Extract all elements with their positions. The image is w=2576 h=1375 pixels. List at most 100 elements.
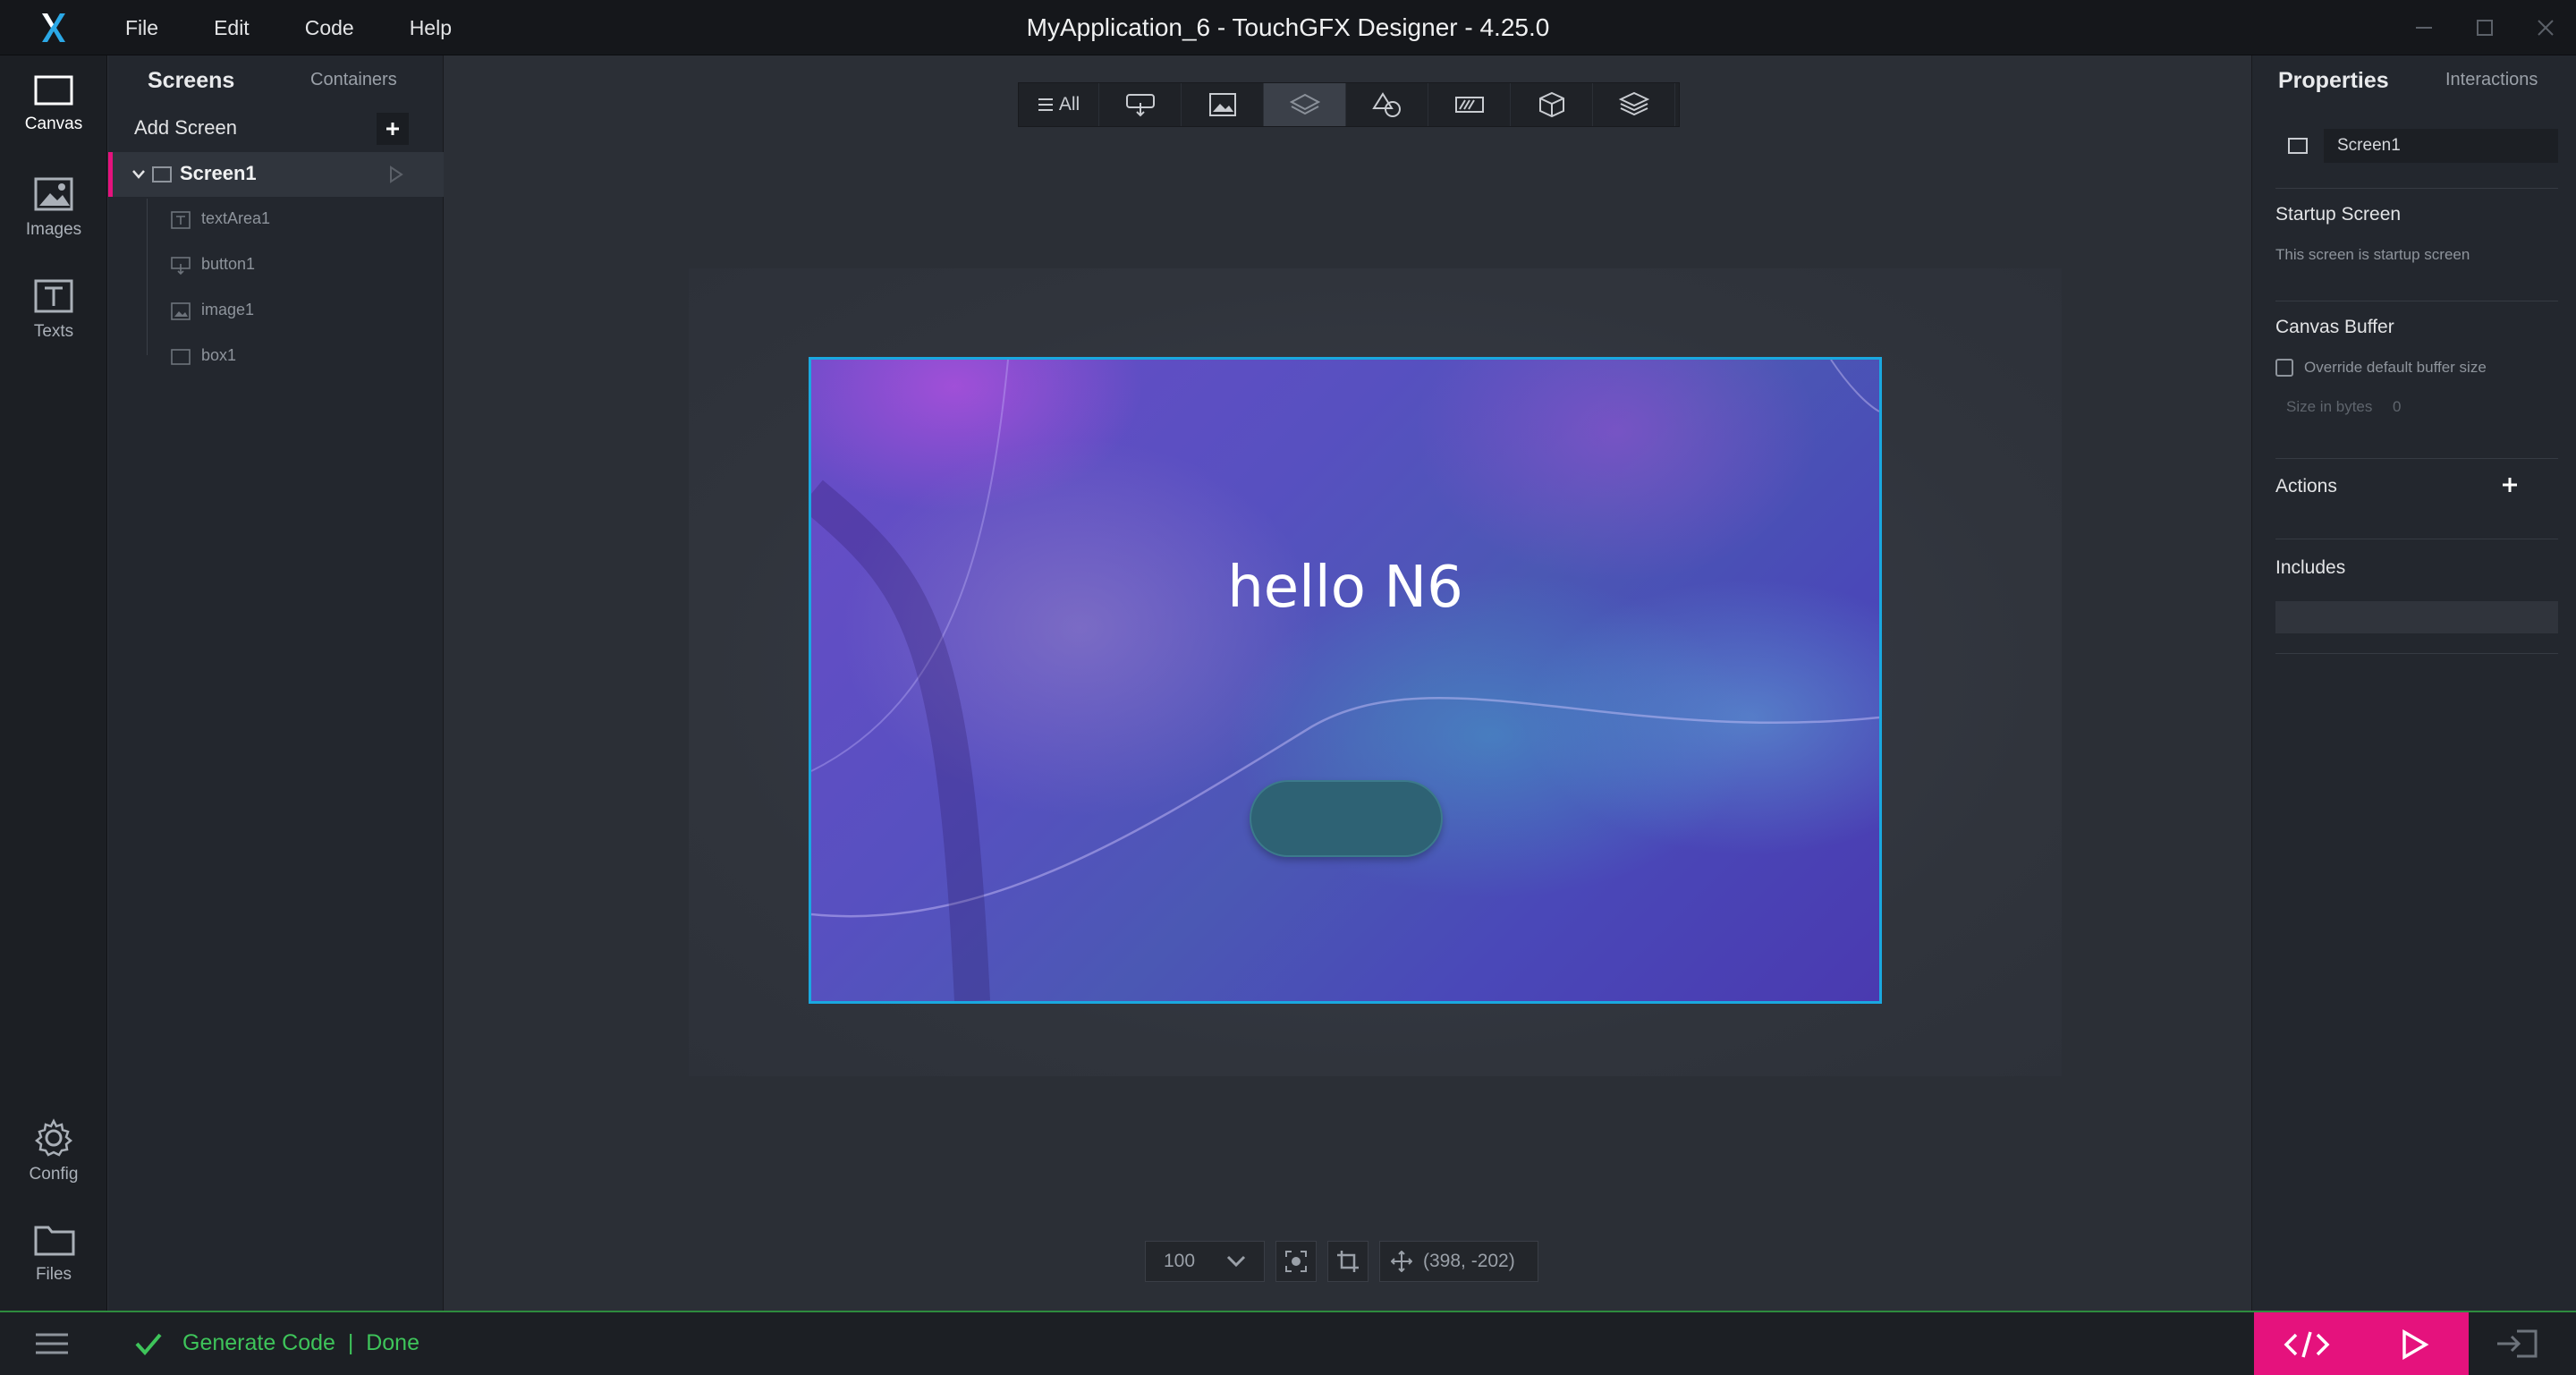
rail-label: Images — [25, 220, 82, 239]
override-buffer-checkbox[interactable] — [2275, 359, 2293, 377]
rail-texts[interactable]: Texts — [0, 276, 107, 374]
screen-canvas[interactable]: hello N6 — [809, 357, 1882, 1004]
chevron-down-icon — [1226, 1255, 1246, 1268]
button-icon — [171, 257, 191, 275]
actions-title: Actions — [2275, 476, 2337, 497]
fit-to-screen-button[interactable] — [1275, 1241, 1317, 1282]
canvas-icon — [34, 75, 73, 106]
nav-rail: Canvas Images Texts Config Files — [0, 55, 107, 1311]
box-icon — [171, 349, 191, 365]
shapes-icon — [1371, 92, 1401, 117]
image-icon — [1208, 93, 1236, 116]
stack-icon — [1618, 91, 1649, 116]
menu-bar: File Edit Code Help — [125, 0, 507, 55]
screens-tabs: Screens Containers — [108, 55, 444, 106]
add-screen-row: Add Screen — [108, 106, 444, 150]
tree-item-box1[interactable]: box1 — [108, 334, 444, 378]
generate-code-button[interactable] — [2254, 1312, 2360, 1375]
image-icon — [34, 177, 73, 211]
coordinates-value: (398, -202) — [1423, 1251, 1515, 1271]
screen-name: Screen1 — [180, 162, 257, 184]
screens-panel: Screens Containers Add Screen Screen1 te… — [108, 55, 444, 1311]
list-icon — [1038, 98, 1053, 111]
chevron-down-icon[interactable] — [131, 166, 147, 182]
add-screen-button[interactable] — [377, 113, 409, 145]
menu-code[interactable]: Code — [305, 16, 376, 40]
zoom-select[interactable]: 100 — [1145, 1241, 1265, 1282]
startup-screen-title: Startup Screen — [2275, 204, 2402, 225]
menu-edit[interactable]: Edit — [214, 16, 271, 40]
status-text: Generate Code | Done — [182, 1330, 419, 1355]
filter-containers[interactable] — [1264, 83, 1346, 126]
canvas-buffer-title: Canvas Buffer — [2275, 317, 2394, 337]
menu-help[interactable]: Help — [410, 16, 473, 40]
rail-images[interactable]: Images — [0, 174, 107, 272]
tab-properties[interactable]: Properties — [2278, 68, 2389, 94]
includes-title: Includes — [2275, 557, 2346, 578]
minimize-button[interactable] — [2394, 0, 2454, 55]
tree-item-label: image1 — [201, 301, 255, 318]
check-icon — [135, 1333, 162, 1356]
filter-stack[interactable] — [1593, 83, 1675, 126]
screen-icon — [152, 166, 172, 182]
size-in-bytes-value[interactable]: 0 — [2393, 398, 2401, 416]
textarea1[interactable]: hello N6 — [811, 555, 1879, 621]
screen-item-screen1[interactable]: Screen1 — [108, 152, 444, 197]
menu-file[interactable]: File — [125, 16, 180, 40]
tab-containers[interactable]: Containers — [310, 70, 397, 90]
widget-filter-toolbar: All — [1018, 82, 1680, 127]
close-icon — [2538, 20, 2554, 36]
tree-item-textarea1[interactable]: textArea1 — [108, 197, 444, 242]
tab-interactions[interactable]: Interactions — [2445, 70, 2538, 90]
properties-panel: Properties Interactions Screen1 Startup … — [2251, 55, 2576, 1311]
rail-canvas[interactable]: Canvas — [0, 72, 107, 170]
crop-button[interactable] — [1327, 1241, 1368, 1282]
maximize-icon — [2477, 20, 2493, 36]
progress-icon — [1454, 97, 1484, 113]
layers-icon — [1289, 93, 1320, 115]
filter-progress[interactable] — [1428, 83, 1511, 126]
maximize-button[interactable] — [2454, 0, 2515, 55]
button1[interactable] — [1250, 780, 1443, 857]
add-action-button[interactable] — [2502, 477, 2518, 493]
filter-all-button[interactable]: All — [1019, 83, 1099, 126]
includes-field[interactable] — [2275, 601, 2558, 633]
canvas-bottom-toolbar: 100 (398, -202) — [1145, 1241, 1538, 1282]
plus-icon — [386, 123, 399, 135]
filter-buttons[interactable] — [1099, 83, 1182, 126]
tree-item-button1[interactable]: button1 — [108, 242, 444, 287]
button-icon — [1125, 94, 1155, 117]
filter-3d[interactable] — [1511, 83, 1593, 126]
window-controls — [2394, 0, 2576, 55]
tree-item-image1[interactable]: image1 — [108, 288, 444, 333]
play-icon[interactable] — [388, 166, 404, 183]
filter-shapes[interactable] — [1346, 83, 1428, 126]
filter-images[interactable] — [1182, 83, 1264, 126]
tree-item-label: box1 — [201, 346, 237, 364]
crop-icon — [1337, 1251, 1359, 1272]
text-icon — [34, 279, 73, 313]
rail-config[interactable]: Config — [0, 1115, 107, 1213]
override-buffer-label: Override default buffer size — [2304, 359, 2487, 376]
text-icon — [171, 211, 191, 229]
gear-icon — [34, 1118, 73, 1157]
close-button[interactable] — [2515, 0, 2576, 55]
fit-screen-icon — [1285, 1251, 1307, 1272]
size-in-bytes-label: Size in bytes — [2286, 398, 2373, 415]
background-image[interactable] — [811, 360, 1879, 1001]
move-icon — [1391, 1251, 1412, 1272]
name-field[interactable]: Screen1 — [2324, 129, 2558, 163]
image-icon — [171, 302, 191, 320]
rail-label: Config — [29, 1165, 79, 1184]
hamburger-icon[interactable] — [34, 1332, 70, 1355]
tree-item-label: textArea1 — [201, 209, 271, 227]
rail-files[interactable]: Files — [0, 1218, 107, 1317]
divider — [2275, 188, 2558, 189]
run-simulator-button[interactable] — [2360, 1312, 2469, 1375]
tab-screens[interactable]: Screens — [148, 68, 234, 94]
add-screen-label: Add Screen — [134, 116, 237, 139]
rail-label: Files — [35, 1265, 72, 1284]
title-bar: File Edit Code Help MyApplication_6 - To… — [0, 0, 2576, 55]
run-target-icon[interactable] — [2496, 1328, 2538, 1359]
startup-screen-desc: This screen is startup screen — [2275, 246, 2470, 263]
